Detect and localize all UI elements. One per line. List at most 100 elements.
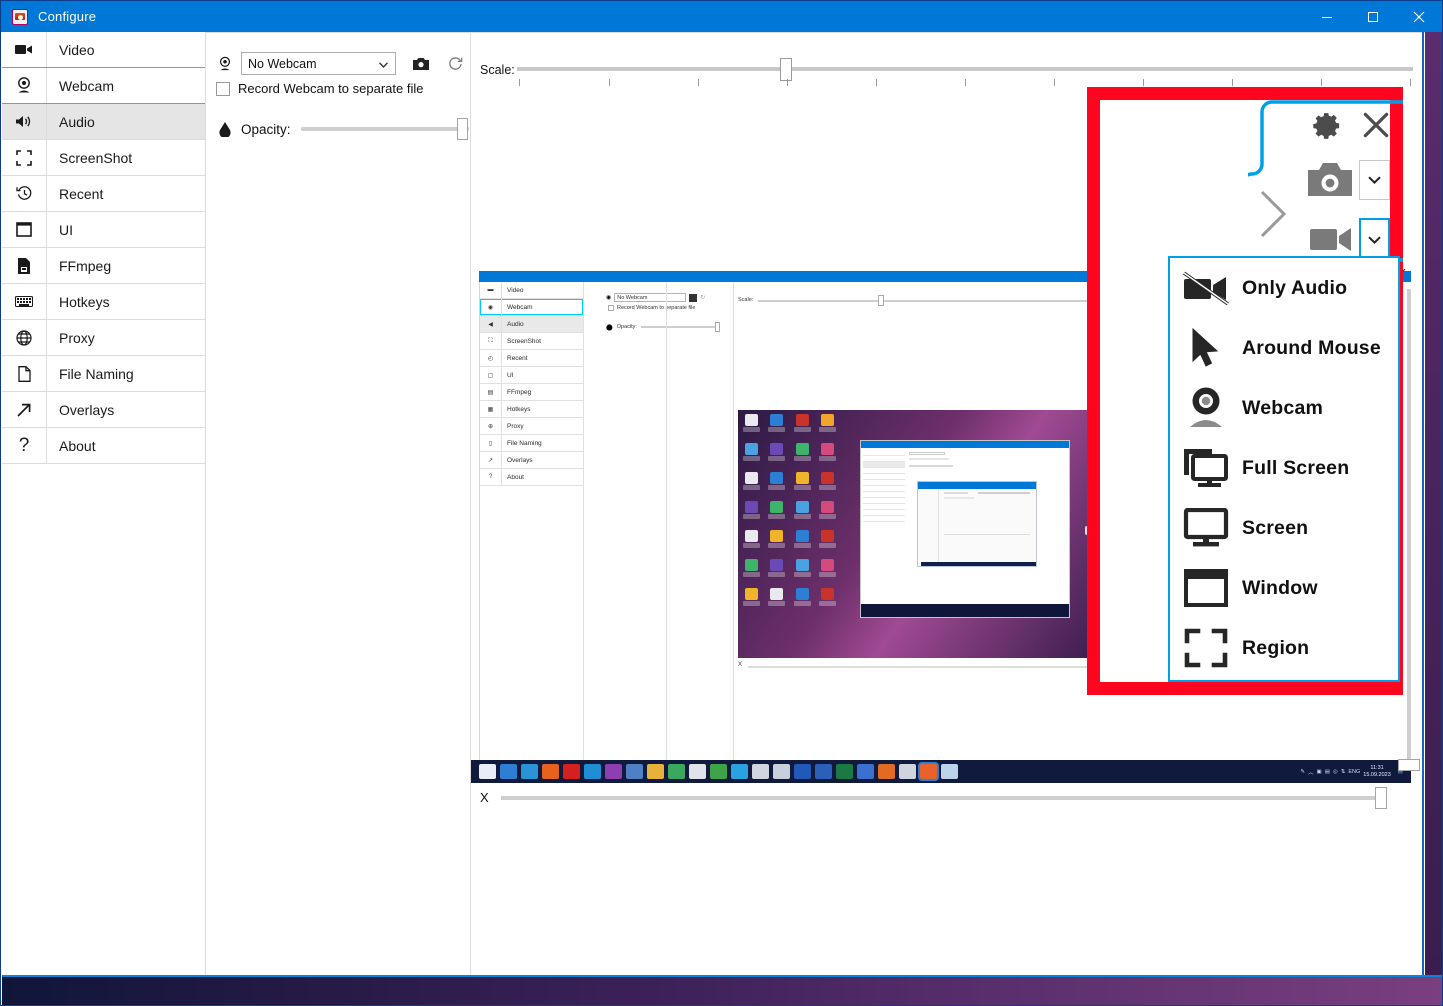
menu-item-around-mouse[interactable]: Around Mouse	[1170, 318, 1398, 378]
x-slider-track[interactable]	[501, 796, 1381, 800]
webcam-device-select[interactable]: No Webcam	[241, 52, 396, 75]
desktop-icon	[743, 472, 760, 494]
taskbar-icon[interactable]	[647, 764, 664, 779]
refresh-icon[interactable]: ↻	[700, 294, 705, 301]
nested-device-select[interactable]: No Webcam	[614, 293, 687, 302]
taskbar-icon[interactable]	[731, 764, 748, 779]
close-icon[interactable]	[1361, 110, 1391, 145]
menu-item-webcam[interactable]: Webcam	[1170, 378, 1398, 438]
nested-opacity-thumb[interactable]	[714, 322, 720, 332]
sidebar-item-recent[interactable]: Recent	[2, 176, 205, 212]
sidebar-item-ffmpeg[interactable]: FFmpeg	[2, 248, 205, 284]
nested-opacity-track[interactable]	[640, 326, 715, 328]
scale-slider-thumb[interactable]	[780, 58, 792, 81]
sidebar-item-screenshot[interactable]: ScreenShot	[2, 140, 205, 176]
screenshot-dropdown-button[interactable]	[1359, 160, 1390, 200]
nested-sidebar-item[interactable]: ◉ Webcam	[480, 299, 583, 316]
close-button[interactable]	[1396, 1, 1442, 32]
camera-icon[interactable]	[689, 293, 698, 302]
taskbar-icon[interactable]	[500, 764, 517, 779]
nested-sidebar-item[interactable]: ⛶ ScreenShot	[480, 333, 583, 350]
camera-icon[interactable]	[1308, 162, 1352, 203]
x-slider-thumb[interactable]	[1375, 787, 1387, 809]
chevron-right-icon[interactable]	[1256, 188, 1290, 245]
maximize-button[interactable]	[1350, 1, 1396, 32]
taskbar-icon[interactable]	[899, 764, 916, 779]
tray-icon[interactable]: ⇅	[1341, 769, 1346, 775]
taskbar-icon[interactable]	[752, 764, 769, 779]
y-slider-track[interactable]	[1407, 289, 1411, 759]
video-camera-icon: ▬	[480, 282, 502, 298]
taskbar-icon[interactable]	[668, 764, 685, 779]
sidebar-item-about[interactable]: ? About	[2, 428, 205, 464]
nested-sidebar-item[interactable]: ↗ Overlays	[480, 452, 583, 469]
sidebar-item-webcam[interactable]: Webcam	[2, 67, 205, 104]
taskbar-icon[interactable]	[584, 764, 601, 779]
tray-icon[interactable]: ◎	[1333, 769, 1338, 775]
windows-start-icon[interactable]	[479, 764, 496, 779]
taskbar-icon[interactable]	[773, 764, 790, 779]
menu-item-only-audio[interactable]: Only Audio	[1170, 258, 1398, 318]
nested-sidebar-item[interactable]: ▬ Video	[480, 282, 583, 299]
nested-sidebar-item[interactable]: ◀ Audio	[480, 316, 583, 333]
nested-sidebar-item[interactable]: ? About	[480, 469, 583, 486]
taskbar-icon[interactable]	[542, 764, 559, 779]
refresh-icon[interactable]	[444, 53, 466, 75]
nested-sidebar-item[interactable]: ▯ File Naming	[480, 435, 583, 452]
opacity-slider[interactable]	[300, 118, 471, 140]
taskbar-icon[interactable]	[815, 764, 832, 779]
nested-sidebar-item[interactable]: ▢ UI	[480, 367, 583, 384]
nested-sidebar-item[interactable]: ▦ Hotkeys	[480, 401, 583, 418]
menu-item-window[interactable]: Window	[1170, 558, 1398, 618]
nested2-taskbar	[861, 604, 1069, 617]
record-separate-row[interactable]: Record Webcam to separate file	[216, 81, 423, 96]
taskbar-icon[interactable]	[710, 764, 727, 779]
taskbar-icon[interactable]	[605, 764, 622, 779]
video-camera-icon[interactable]	[1310, 225, 1352, 258]
tray-icon[interactable]: ▣	[1317, 769, 1322, 775]
taskbar-icon[interactable]	[794, 764, 811, 779]
taskbar-icon[interactable]	[836, 764, 853, 779]
nested-sidebar-item[interactable]: ◴ Recent	[480, 350, 583, 367]
chevron-up-icon[interactable]: ︿	[1308, 768, 1314, 776]
taskbar-clock[interactable]: 11:31 15.09.2023	[1363, 765, 1391, 779]
taskbar-icon[interactable]	[878, 764, 895, 779]
menu-item-label: Full Screen	[1242, 456, 1350, 479]
y-slider-thumb[interactable]	[1398, 759, 1420, 771]
taskbar-icon-active[interactable]	[920, 764, 937, 779]
record-separate-checkbox[interactable]	[216, 81, 230, 96]
scale-slider-track[interactable]	[517, 67, 1413, 71]
menu-item-full-screen[interactable]: Full Screen	[1170, 438, 1398, 498]
sidebar-item-file-naming[interactable]: File Naming	[2, 356, 205, 392]
nested-sidebar-item[interactable]: ⊕ Proxy	[480, 418, 583, 435]
minimize-button[interactable]	[1304, 1, 1350, 32]
sidebar-item-video[interactable]: Video	[2, 32, 205, 68]
nested-sidebar-item[interactable]: ▤ FFmpeg	[480, 384, 583, 401]
nested-scale-thumb[interactable]	[878, 295, 884, 306]
sidebar-item-proxy[interactable]: Proxy	[2, 320, 205, 356]
opacity-slider-thumb[interactable]	[456, 118, 468, 140]
window-icon: ▢	[480, 367, 502, 383]
tray-icon[interactable]: ▤	[1325, 769, 1330, 775]
taskbar-icon[interactable]	[626, 764, 643, 779]
taskbar-icon[interactable]	[689, 764, 706, 779]
webcam-capture-button[interactable]	[410, 53, 432, 75]
sidebar-item-overlays[interactable]: Overlays	[2, 392, 205, 428]
nested-record-row[interactable]: Record Webcam to separate file	[608, 305, 695, 311]
sidebar-item-hotkeys[interactable]: Hotkeys	[2, 284, 205, 320]
menu-item-screen[interactable]: Screen	[1170, 498, 1398, 558]
menu-item-region[interactable]: Region	[1170, 618, 1398, 678]
gear-icon[interactable]	[1312, 110, 1343, 146]
record-separate-checkbox[interactable]	[608, 305, 614, 311]
sidebar-item-ui[interactable]: UI	[2, 212, 205, 248]
taskbar-icon[interactable]	[563, 764, 580, 779]
desktop-icon	[768, 443, 786, 465]
pen-icon[interactable]: ✎	[1300, 769, 1305, 775]
crop-frame-icon	[2, 140, 47, 175]
tray-lang[interactable]: ENG	[1348, 769, 1360, 775]
taskbar-icon[interactable]	[857, 764, 874, 779]
sidebar-item-audio[interactable]: Audio	[2, 104, 205, 140]
taskbar-icon[interactable]	[941, 764, 958, 779]
taskbar-icon[interactable]	[521, 764, 538, 779]
scale-tick	[965, 79, 966, 86]
